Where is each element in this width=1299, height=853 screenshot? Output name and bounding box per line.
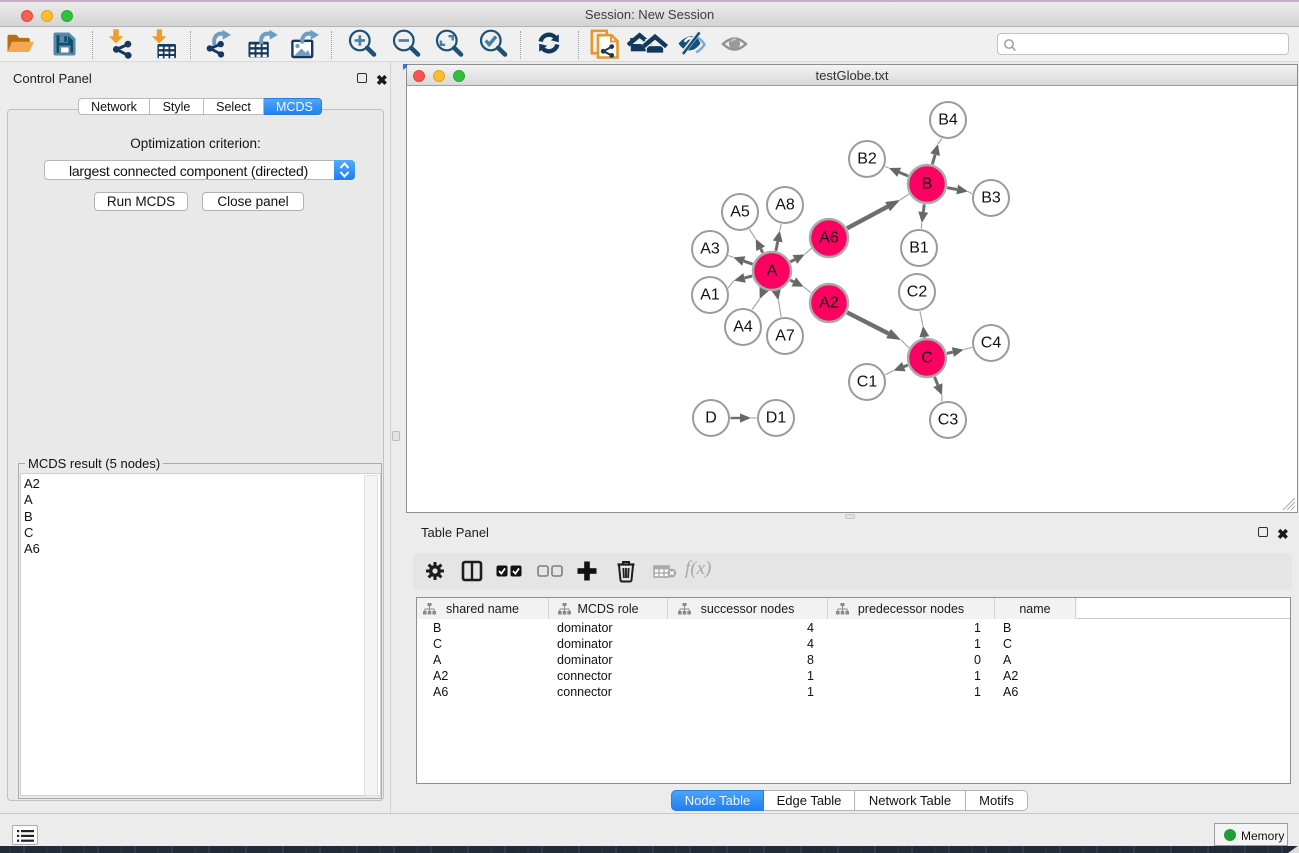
svg-text:A: A	[767, 263, 778, 280]
svg-text:B2: B2	[857, 151, 877, 168]
svg-text:C4: C4	[981, 335, 1002, 352]
svg-text:A1: A1	[700, 287, 720, 304]
svg-text:D1: D1	[766, 410, 787, 427]
svg-text:B4: B4	[938, 112, 958, 129]
svg-text:A2: A2	[819, 295, 839, 312]
svg-text:A4: A4	[733, 319, 753, 336]
svg-text:A5: A5	[730, 204, 750, 221]
svg-text:B3: B3	[981, 190, 1001, 207]
svg-text:A7: A7	[775, 328, 795, 345]
svg-text:C: C	[921, 350, 933, 367]
svg-text:A3: A3	[700, 241, 720, 258]
svg-text:D: D	[705, 410, 717, 427]
svg-text:C1: C1	[857, 374, 878, 391]
svg-text:C3: C3	[938, 412, 959, 429]
svg-text:A8: A8	[775, 197, 795, 214]
svg-text:B: B	[922, 176, 933, 193]
svg-text:B1: B1	[909, 240, 929, 257]
svg-text:A6: A6	[819, 230, 839, 247]
svg-text:C2: C2	[907, 284, 928, 301]
